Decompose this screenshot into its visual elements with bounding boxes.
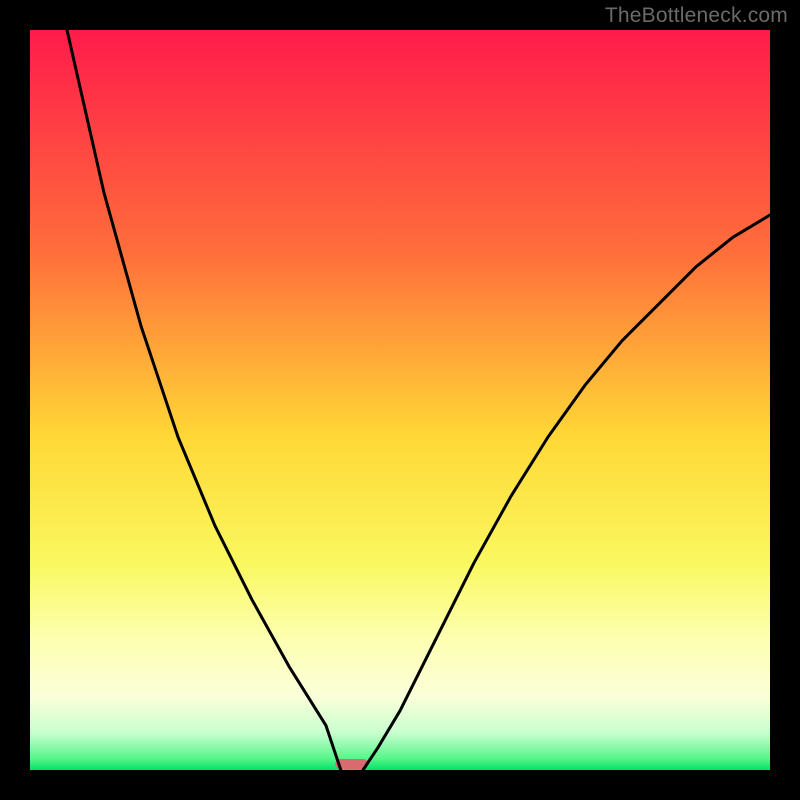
chart-frame: TheBottleneck.com <box>0 0 800 800</box>
watermark-text: TheBottleneck.com <box>605 4 788 28</box>
gradient-background <box>30 30 770 770</box>
bottleneck-chart <box>30 30 770 770</box>
